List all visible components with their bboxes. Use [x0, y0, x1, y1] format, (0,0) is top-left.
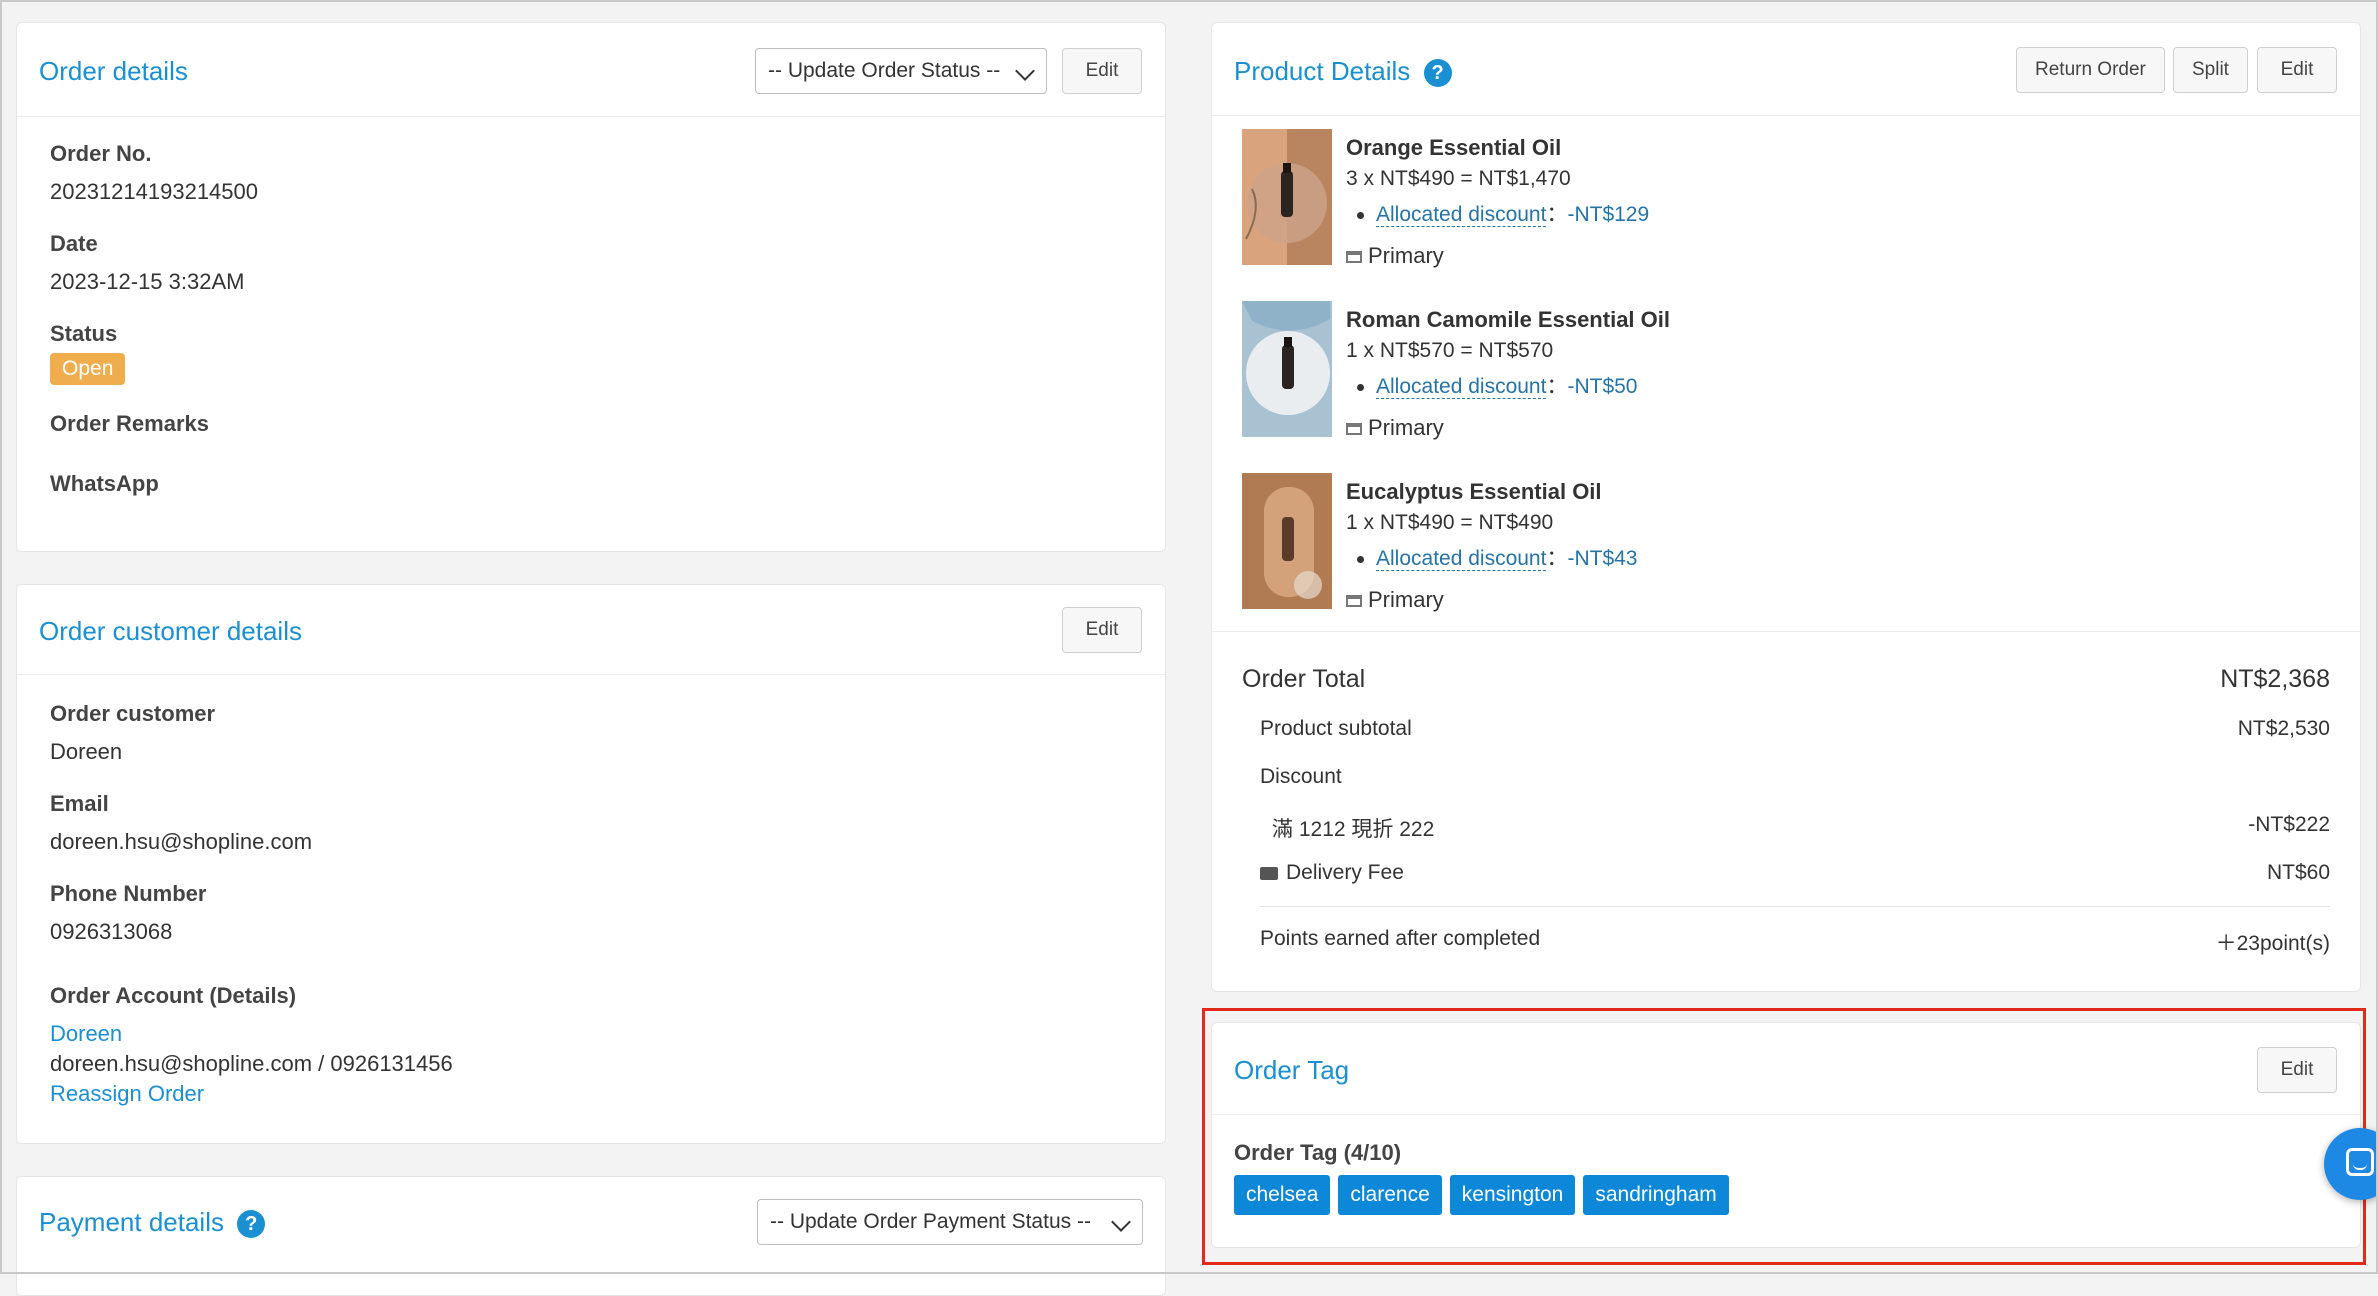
- order-details-title: Order details: [39, 56, 188, 86]
- payment-details-title-text: Payment details: [39, 1207, 224, 1237]
- phone-label: Phone Number: [50, 881, 207, 906]
- product-subtotal-value: NT$2,530: [2237, 717, 2330, 740]
- product-price-line: 1 x NT$570 = NT$570: [1346, 339, 1554, 362]
- return-order-button[interactable]: Return Order: [2016, 47, 2165, 93]
- allocated-discount-link[interactable]: Allocated discount: [1376, 375, 1547, 399]
- help-icon[interactable]: ?: [1423, 59, 1452, 88]
- promo-label: 滿 1212 現折 222: [1272, 818, 1435, 841]
- payment-details-panel: Payment details ? -- Update Order Paymen…: [16, 1176, 1166, 1296]
- date-label: Date: [50, 231, 98, 256]
- delivery-fee-value: NT$60: [2266, 861, 2330, 884]
- chevron-down-icon: [1015, 61, 1035, 81]
- order-total-label: Order Total: [1242, 665, 1366, 693]
- product-warehouse: Primary: [1346, 415, 1444, 441]
- discount-amount: -NT$43: [1567, 547, 1638, 570]
- discount-row: Discount: [1260, 765, 2330, 789]
- order-customer-header: Order customer details Edit: [17, 585, 1165, 675]
- highlight-box: [1202, 1008, 2366, 1265]
- warehouse-icon: [1346, 595, 1362, 608]
- product-details-header: Product Details ? Return Order Split Edi…: [1212, 23, 2360, 116]
- product-discount: Allocated discount：-NT$129: [1357, 198, 1649, 228]
- product-name: Orange Essential Oil: [1346, 135, 1562, 160]
- product-details-edit-button[interactable]: Edit: [2257, 47, 2337, 93]
- date-value: 2023-12-15 3:32AM: [50, 269, 245, 294]
- warehouse-label: Primary: [1368, 243, 1444, 268]
- truck-icon: [1260, 866, 1278, 880]
- order-customer-title: Order customer details: [39, 616, 302, 646]
- whatsapp-label: WhatsApp: [50, 471, 159, 496]
- order-account-link[interactable]: Doreen: [50, 1021, 122, 1047]
- update-order-status-value: -- Update Order Status --: [768, 59, 1001, 82]
- delivery-fee-label: Delivery Fee: [1286, 861, 1404, 884]
- order-details-edit-button[interactable]: Edit: [1062, 48, 1142, 94]
- divider: [1260, 906, 2330, 907]
- reassign-order-link[interactable]: Reassign Order: [50, 1081, 204, 1107]
- discount-amount: -NT$50: [1567, 375, 1638, 398]
- chevron-down-icon: [1111, 1212, 1131, 1232]
- order-no-value: 20231214193214500: [50, 179, 259, 204]
- delivery-fee-row: Delivery Fee NT$60: [1260, 861, 2330, 885]
- product-image-roman-camomile-oil[interactable]: [1242, 301, 1332, 437]
- warehouse-label: Primary: [1368, 587, 1444, 612]
- product-subtotal-label: Product subtotal: [1260, 717, 1412, 740]
- product-details-title: Product Details ?: [1234, 56, 1452, 88]
- warehouse-icon: [1346, 423, 1362, 436]
- update-payment-status-select[interactable]: -- Update Order Payment Status --: [757, 1199, 1143, 1245]
- order-account-info: doreen.hsu@shopline.com / 0926131456: [50, 1051, 453, 1076]
- discount-separator: ：: [1546, 203, 1568, 226]
- order-remarks-label: Order Remarks: [50, 411, 209, 436]
- phone-value: 0926313068: [50, 919, 173, 944]
- product-subtotal-row: Product subtotal NT$2,530: [1260, 717, 2330, 741]
- order-customer-edit-button[interactable]: Edit: [1062, 607, 1142, 653]
- status-label: Status: [50, 321, 118, 346]
- product-name: Eucalyptus Essential Oil: [1346, 479, 1602, 504]
- promo-row: 滿 1212 現折 222 -NT$222: [1272, 813, 2330, 843]
- product-price-line: 3 x NT$490 = NT$1,470: [1346, 167, 1571, 190]
- product-discount: Allocated discount：-NT$43: [1357, 542, 1637, 572]
- product-image-eucalyptus-oil[interactable]: [1242, 473, 1332, 609]
- split-button[interactable]: Split: [2173, 47, 2248, 93]
- status-badge: Open: [50, 353, 126, 385]
- order-no-label: Order No.: [50, 141, 152, 166]
- product-details-title-text: Product Details: [1234, 56, 1411, 86]
- update-payment-status-value: -- Update Order Payment Status --: [770, 1210, 1091, 1233]
- product-image-orange-oil[interactable]: [1242, 129, 1332, 265]
- promo-value: -NT$222: [2248, 813, 2330, 836]
- order-details-panel: Order details -- Update Order Status -- …: [16, 22, 1166, 552]
- points-row: Points earned after completed ＋23point(s…: [1260, 927, 2330, 955]
- bullet-icon: [1357, 555, 1364, 563]
- order-total-row: Order Total NT$2,368: [1242, 665, 2330, 694]
- allocated-discount-link[interactable]: Allocated discount: [1376, 203, 1547, 227]
- allocated-discount-link[interactable]: Allocated discount: [1376, 547, 1547, 571]
- bullet-icon: [1357, 383, 1364, 391]
- warehouse-label: Primary: [1368, 415, 1444, 440]
- discount-separator: ：: [1546, 375, 1568, 398]
- help-icon[interactable]: ?: [237, 1210, 266, 1239]
- product-price-line: 1 x NT$490 = NT$490: [1346, 511, 1554, 534]
- product-discount: Allocated discount：-NT$50: [1357, 370, 1637, 400]
- payment-details-title: Payment details ?: [39, 1207, 266, 1239]
- order-details-header: Order details -- Update Order Status -- …: [17, 23, 1165, 117]
- discount-amount: -NT$129: [1567, 203, 1650, 226]
- email-label: Email: [50, 791, 109, 816]
- order-customer-label: Order customer: [50, 701, 216, 726]
- discount-label: Discount: [1260, 765, 1342, 788]
- order-account-label: Order Account (Details): [50, 983, 297, 1008]
- points-label: Points earned after completed: [1260, 927, 1541, 950]
- product-details-panel: Product Details ? Return Order Split Edi…: [1211, 22, 2361, 992]
- bullet-icon: [1357, 211, 1364, 219]
- product-warehouse: Primary: [1346, 587, 1444, 613]
- order-total-value: NT$2,368: [2220, 665, 2330, 693]
- product-name: Roman Camomile Essential Oil: [1346, 307, 1670, 332]
- points-value: ＋23point(s): [2215, 932, 2330, 955]
- chat-icon: [2346, 1148, 2374, 1176]
- warehouse-icon: [1346, 251, 1362, 264]
- order-customer-value: Doreen: [50, 739, 123, 764]
- discount-separator: ：: [1546, 547, 1568, 570]
- product-warehouse: Primary: [1346, 243, 1444, 269]
- update-order-status-select[interactable]: -- Update Order Status --: [755, 48, 1047, 94]
- email-value: doreen.hsu@shopline.com: [50, 829, 313, 854]
- divider: [1212, 631, 2360, 632]
- order-customer-panel: Order customer details Edit Order custom…: [16, 584, 1166, 1144]
